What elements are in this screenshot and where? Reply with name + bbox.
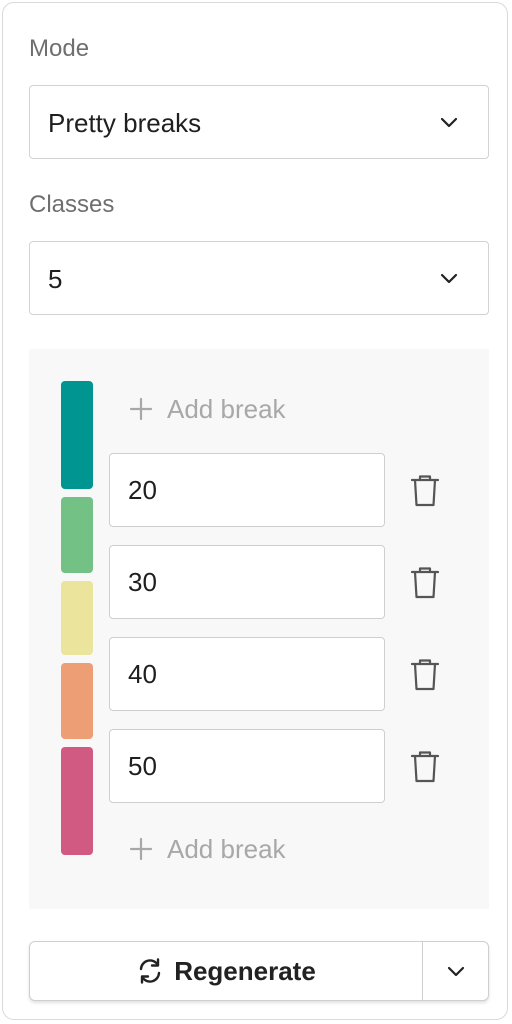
refresh-icon xyxy=(139,958,161,984)
regenerate-options-button[interactable] xyxy=(423,942,488,1000)
class-color-swatch[interactable] xyxy=(61,497,93,573)
regenerate-label: Regenerate xyxy=(174,955,316,986)
add-break-bottom-button[interactable]: Add break xyxy=(129,831,286,867)
regenerate-button[interactable]: Regenerate xyxy=(30,942,422,1000)
classes-label: Classes xyxy=(29,191,115,218)
plus-icon xyxy=(129,837,153,861)
break-value-input[interactable] xyxy=(109,453,385,527)
plus-icon xyxy=(129,397,153,421)
break-value-input[interactable] xyxy=(109,545,385,619)
class-color-swatch[interactable] xyxy=(61,747,93,855)
trash-icon[interactable] xyxy=(409,658,441,692)
chevron-down-icon xyxy=(440,273,458,284)
classes-select-value: 5 xyxy=(48,264,63,294)
break-value-input[interactable] xyxy=(109,729,385,803)
classification-panel: Mode Pretty breaks Classes 5 Add break 2… xyxy=(2,2,508,1020)
class-color-swatch[interactable] xyxy=(61,581,93,655)
class-color-swatch[interactable] xyxy=(61,381,93,489)
add-break-label: Add break xyxy=(167,833,286,864)
add-break-top-button[interactable]: Add break xyxy=(129,391,286,427)
trash-icon[interactable] xyxy=(409,474,441,508)
classes-select[interactable]: 5 xyxy=(29,241,489,315)
mode-label: Mode xyxy=(29,35,90,62)
break-value-input[interactable] xyxy=(109,637,385,711)
class-color-swatch[interactable] xyxy=(61,663,93,739)
trash-icon[interactable] xyxy=(409,566,441,600)
mode-select-value: Pretty breaks xyxy=(48,108,202,138)
chevron-down-icon xyxy=(440,117,458,128)
add-break-label: Add break xyxy=(167,393,286,424)
breaks-editor xyxy=(29,349,489,909)
mode-select[interactable]: Pretty breaks xyxy=(29,85,489,159)
trash-icon[interactable] xyxy=(409,750,441,784)
chevron-down-icon xyxy=(447,966,465,977)
regenerate-split-button: Regenerate xyxy=(29,941,489,1001)
